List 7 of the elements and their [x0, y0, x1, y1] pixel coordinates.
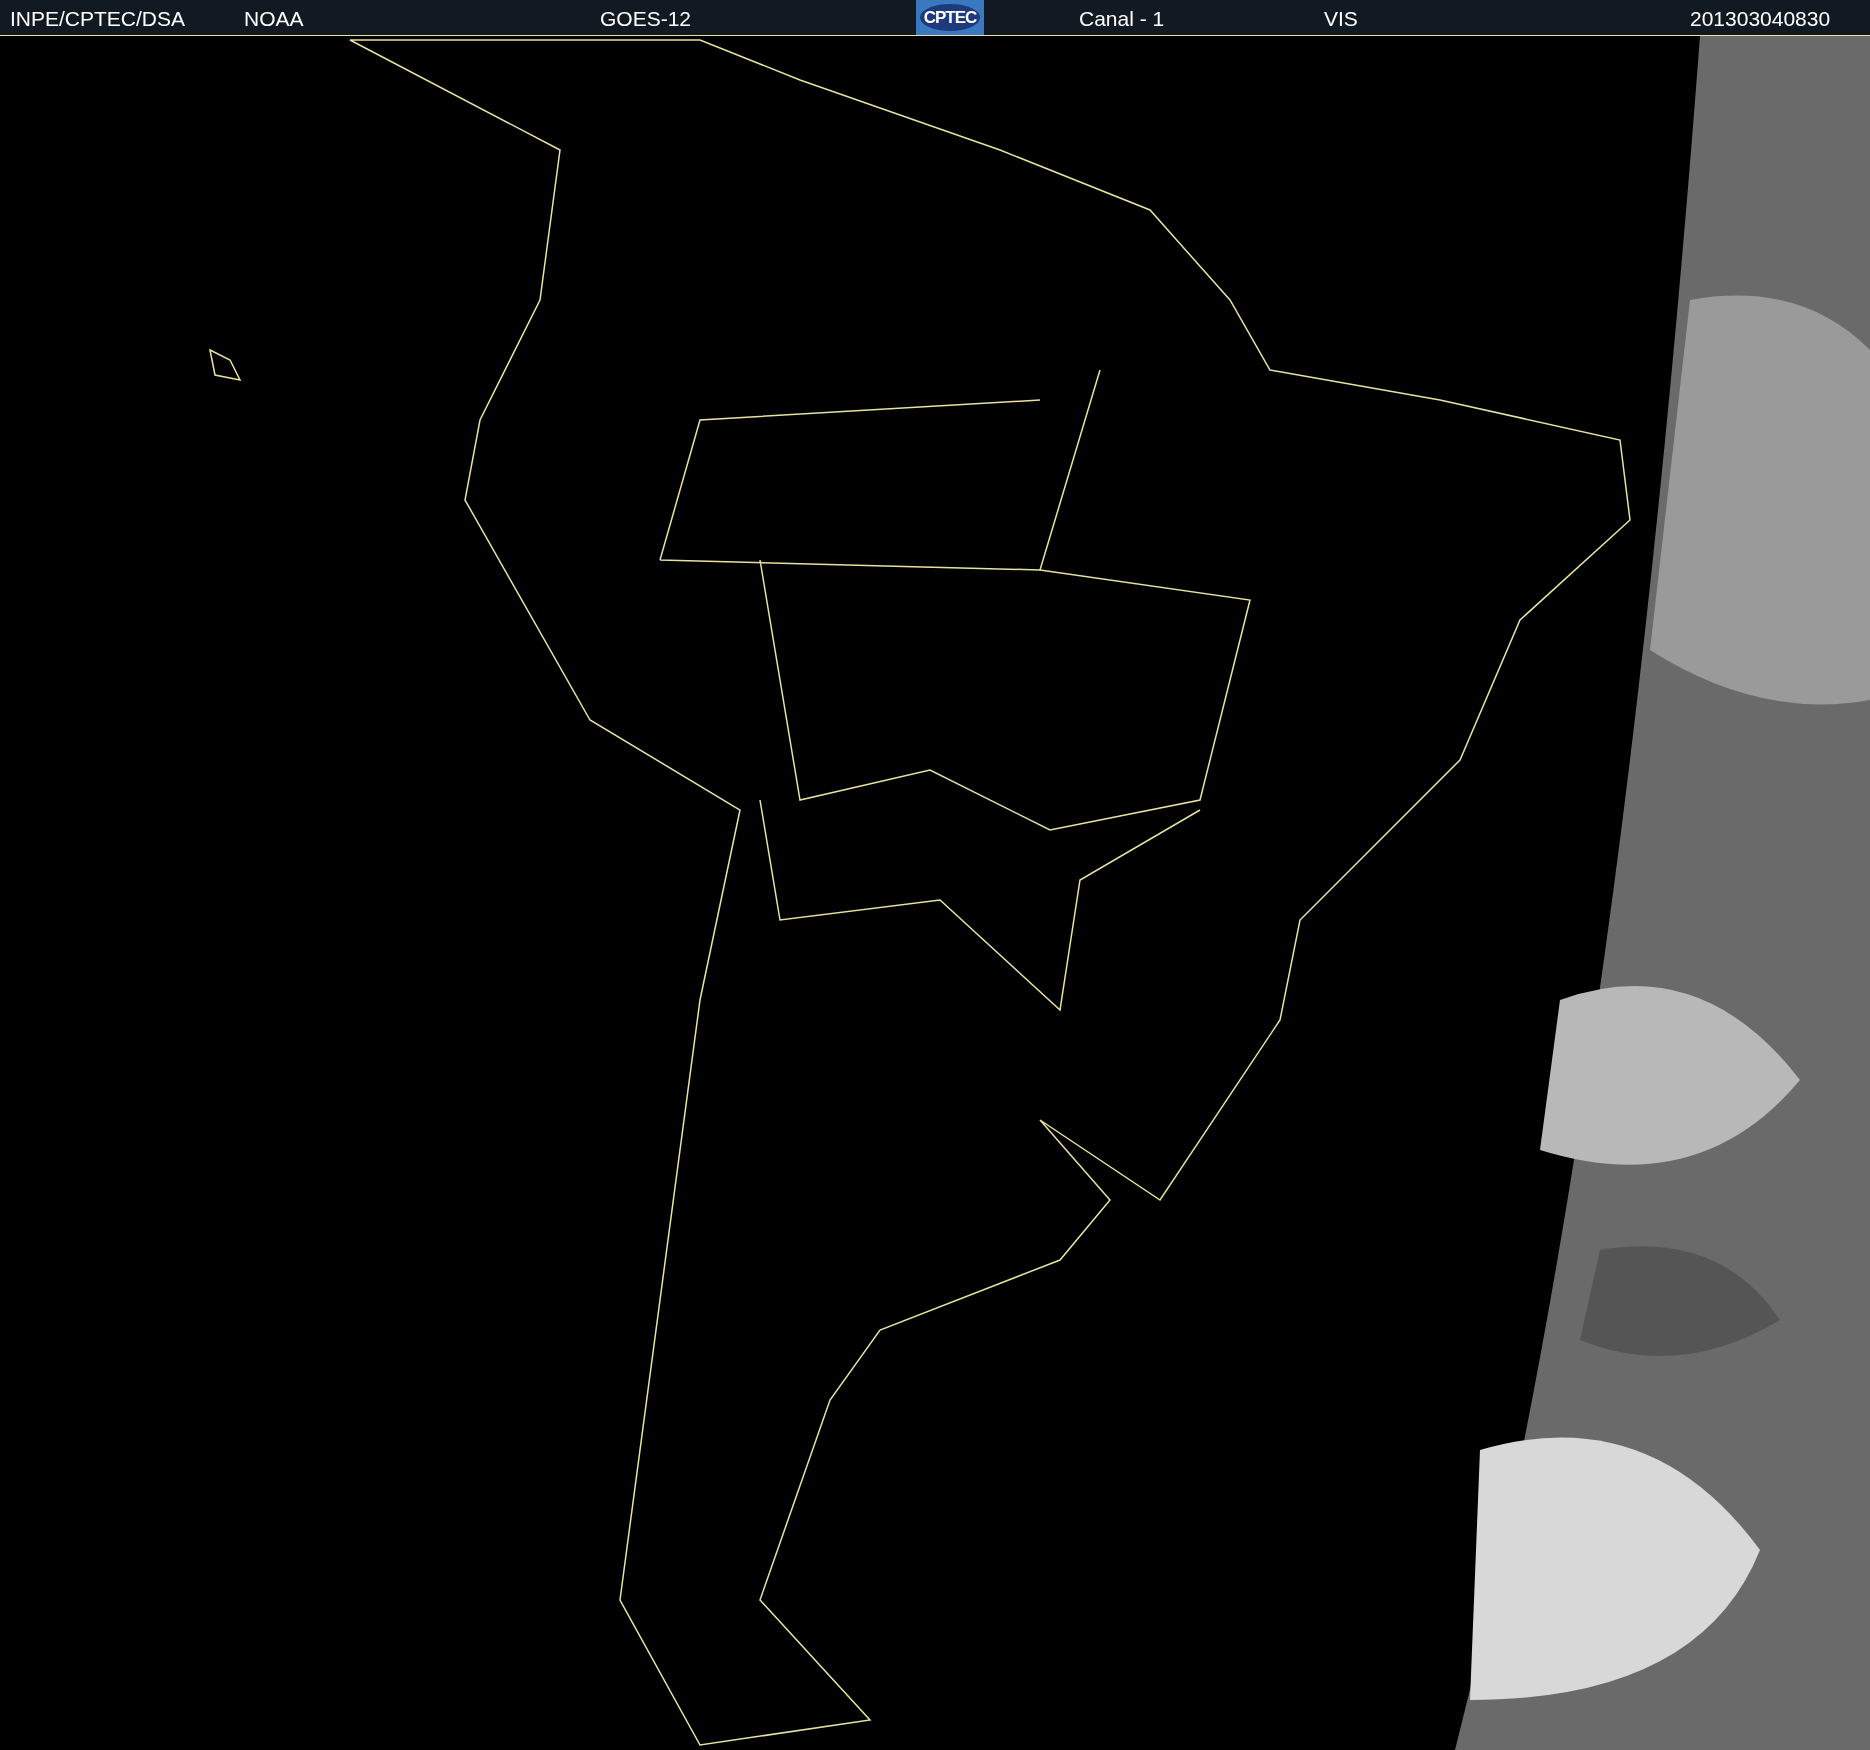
header-label: GOES-12	[600, 7, 692, 31]
header-label: NOAA	[244, 7, 304, 31]
header-label: Canal - 1	[1079, 7, 1165, 31]
cptec-logo: CPTEC	[916, 0, 984, 35]
header-label: INPE/CPTEC/DSA	[10, 7, 186, 31]
header-label: VIS	[1324, 7, 1358, 31]
header-label: 201303040830	[1690, 7, 1831, 31]
